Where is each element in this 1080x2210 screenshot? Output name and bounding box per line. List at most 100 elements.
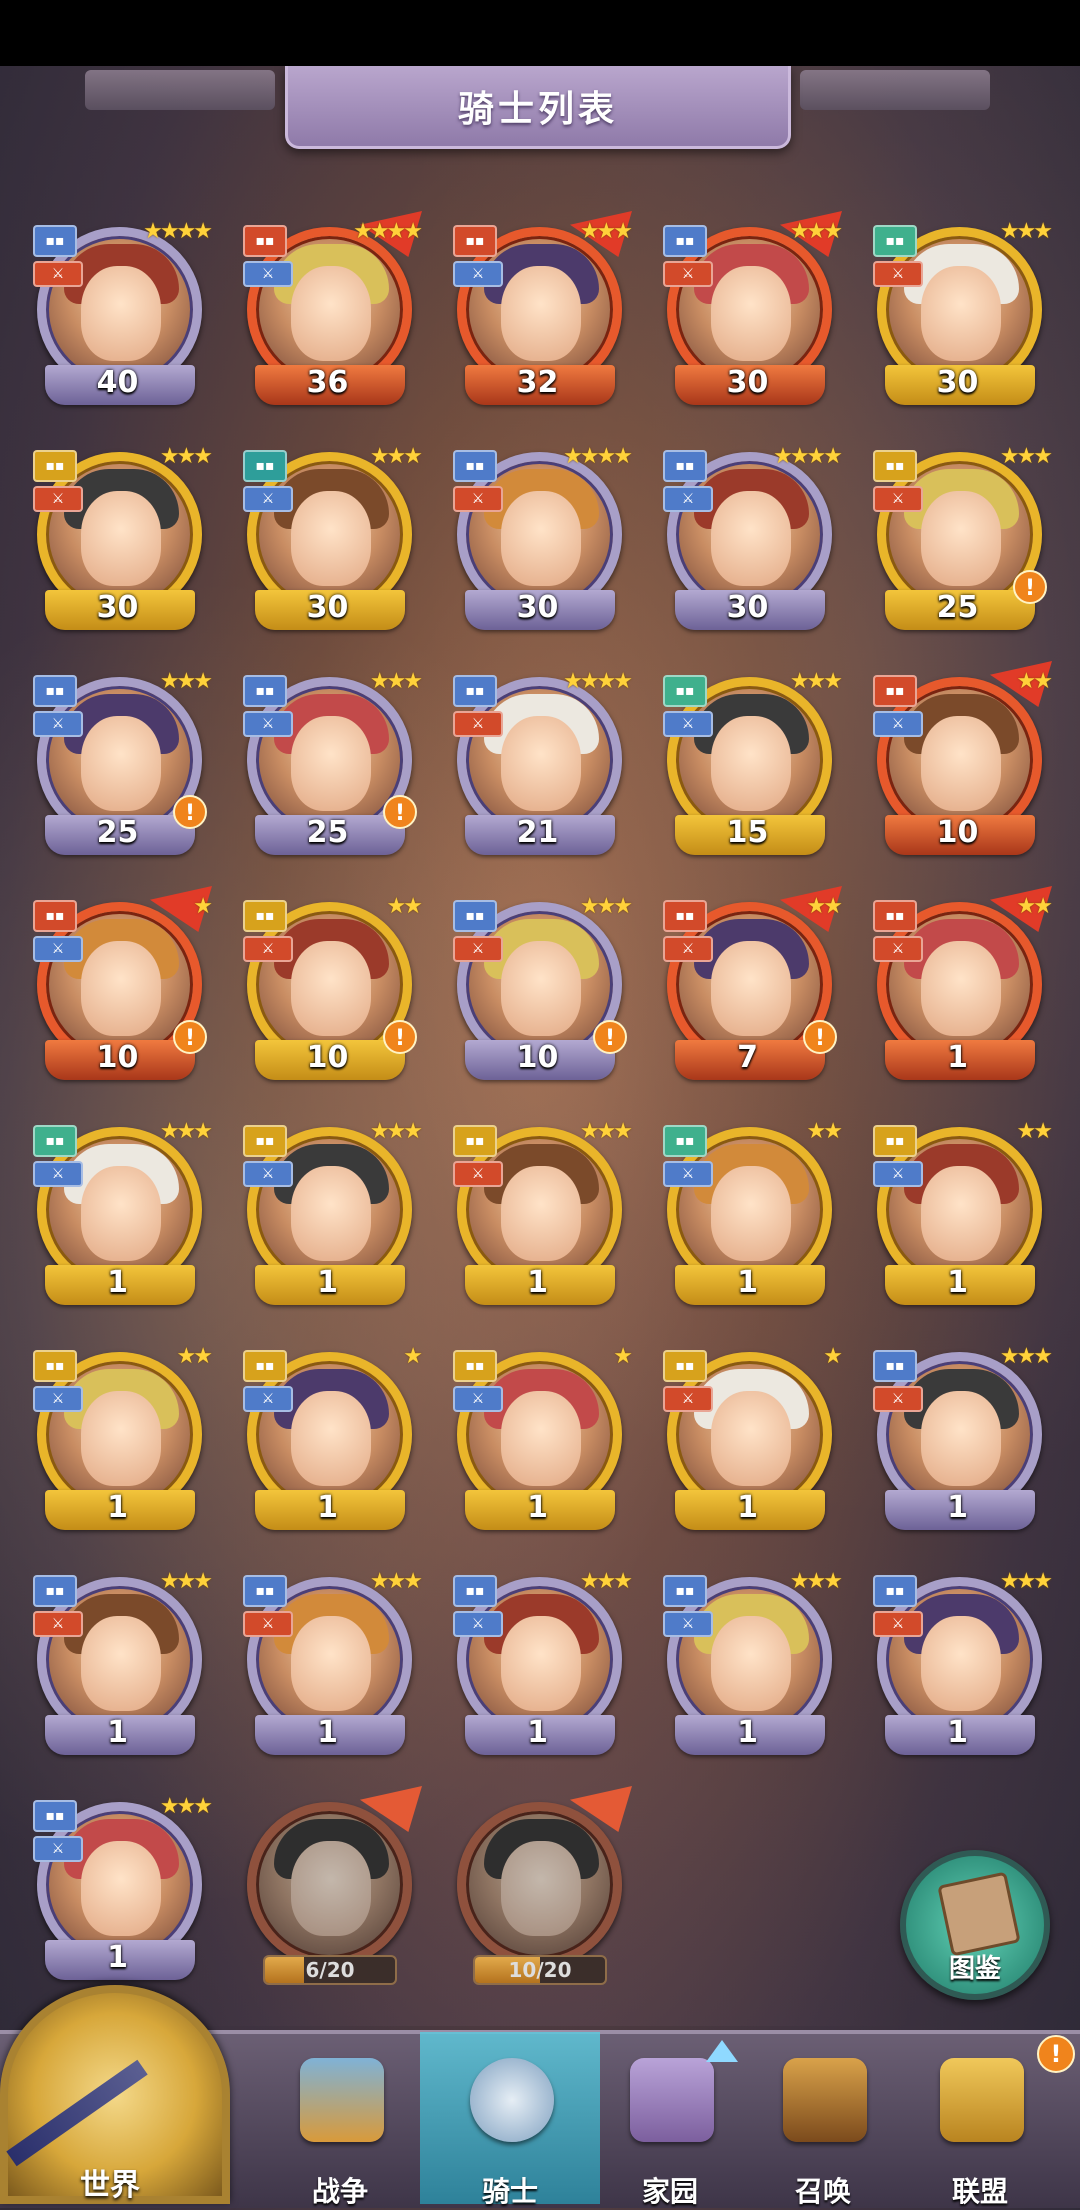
role-badge-icon: ⚔ [453,1611,503,1637]
class-badge-icon: ▪▪ [243,225,287,257]
knight-card[interactable]: 1 ★★ ▪▪ ⚔ [25,1340,213,1540]
star-rating: ★★ [1016,1119,1053,1144]
knight-card[interactable]: 1 ★★★ ▪▪ ⚔ [235,1115,423,1315]
knight-card[interactable]: 1 ★ ▪▪ ⚔ [655,1340,843,1540]
knight-level: 10 [936,815,979,850]
knight-card[interactable]: 1 ★★★ ▪▪ ⚔ [445,1115,633,1315]
knight-card[interactable]: 15 ★★★ ▪▪ ⚔ [655,665,843,865]
star-rating: ★★ [1016,894,1053,919]
class-badge-icon: ▪▪ [453,1350,497,1382]
class-badge-icon: ▪▪ [243,1350,287,1382]
knight-card[interactable]: 1 ★★★ ▪▪ ⚔ [25,1790,213,1990]
compass-needle-icon [6,2059,148,2167]
star-rating: ★★★ [579,1119,633,1144]
role-badge-icon: ⚔ [873,486,923,512]
knight-card[interactable]: 1 ★★★ ▪▪ ⚔ [445,1565,633,1765]
knight-level: 21 [516,815,559,850]
knight-face [711,491,791,586]
class-badge-icon: ▪▪ [243,450,287,482]
class-badge-icon: ▪▪ [663,450,707,482]
knight-level: 30 [96,590,139,625]
knight-card[interactable]: 10 ★ ▪▪ ⚔! [25,886,213,1090]
role-badge-icon: ⚔ [33,1611,83,1637]
knight-card[interactable]: 1 ★★★ ▪▪ ⚔ [655,1565,843,1765]
locked-knight-card[interactable]: 10/20 [445,1786,632,1990]
nav-home[interactable]: 家园 [595,2040,745,2208]
knight-face [291,1391,371,1486]
knight-level: 36 [306,365,349,400]
knight-face [81,491,161,586]
nav-alliance[interactable]: 联盟 [905,2040,1055,2208]
shard-progress-text: 10/20 [508,1958,572,1982]
knight-card[interactable]: 36 ★★★★ ▪▪ ⚔ [235,211,423,415]
nav-war[interactable]: 战争 [265,2040,415,2208]
nav-summon[interactable]: 召唤 [748,2040,898,2208]
knight-card[interactable]: 1 ★ ▪▪ ⚔ [235,1340,423,1540]
knight-card[interactable]: 25 ★★★ ▪▪ ⚔! [865,440,1053,640]
knight-card[interactable]: 1 ★★★ ▪▪ ⚔ [235,1565,423,1765]
role-badge-icon: ⚔ [243,1611,293,1637]
knight-face [291,491,371,586]
knight-card[interactable]: 30 ★★★ ▪▪ ⚔ [235,440,423,640]
knight-card[interactable]: 1 ★ ▪▪ ⚔ [445,1340,633,1540]
knight-card[interactable]: 1 ★★★ ▪▪ ⚔ [25,1115,213,1315]
nav-war-label: 战争 [311,2175,368,2208]
nav-knight-label: 骑士 [481,2175,538,2208]
star-rating: ★★ [176,1344,213,1369]
knight-level: 1 [317,1265,338,1300]
knight-card[interactable]: 30 ★★★ ▪▪ ⚔ [25,440,213,640]
star-rating: ★★★ [789,1569,843,1594]
locked-knight-card[interactable]: 6/20 [235,1786,422,1990]
star-rating: ★★★ [789,669,843,694]
codex-button[interactable]: 图鉴 [900,1850,1050,2000]
knight-card[interactable]: 10 ★★ ▪▪ ⚔ [865,661,1053,865]
knight-card[interactable]: 10 ★★ ▪▪ ⚔! [235,890,423,1090]
knight-card[interactable]: 40 ★★★★ ▪▪ ⚔ [25,215,213,415]
knight-card[interactable]: 30 ★★★★ ▪▪ ⚔ [445,440,633,640]
knight-face [501,1166,581,1261]
knight-card[interactable]: 1 ★★★ ▪▪ ⚔ [865,1340,1053,1540]
knight-face [921,266,1001,361]
class-badge-icon: ▪▪ [33,1350,77,1382]
knight-level: 1 [527,1715,548,1750]
knight-card[interactable]: 1 ★★★ ▪▪ ⚔ [865,1565,1053,1765]
knight-level: 1 [107,1265,128,1300]
role-badge-icon: ⚔ [873,936,923,962]
knight-card[interactable]: 32 ★★★ ▪▪ ⚔ [445,211,633,415]
knight-card[interactable]: 10 ★★★ ▪▪ ⚔! [445,890,633,1090]
alliance-alert-badge: ! [1037,2035,1075,2073]
star-rating: ★★★ [159,1794,213,1819]
nav-knight[interactable]: 骑士 [435,2040,585,2208]
knight-face [921,716,1001,811]
knight-card[interactable]: 30 ★★★ ▪▪ ⚔ [865,215,1053,415]
knight-face [291,1166,371,1261]
star-rating: ★★★★ [773,444,843,469]
class-badge-icon: ▪▪ [243,1575,287,1607]
role-badge-icon: ⚔ [663,1161,713,1187]
role-badge-icon: ⚔ [243,711,293,737]
role-badge-icon: ⚔ [873,1611,923,1637]
knight-card[interactable]: 7 ★★ ▪▪ ⚔! [655,886,843,1090]
knight-card[interactable]: 30 ★★★★ ▪▪ ⚔ [655,440,843,640]
knight-level: 30 [726,590,769,625]
knight-card[interactable]: 25 ★★★ ▪▪ ⚔! [235,665,423,865]
class-badge-icon: ▪▪ [453,675,497,707]
knight-card[interactable]: 1 ★★ ▪▪ ⚔ [655,1115,843,1315]
knight-face [711,1166,791,1261]
knight-level: 40 [96,365,139,400]
class-badge-icon: ▪▪ [33,1125,77,1157]
knight-card[interactable]: 1 ★★ ▪▪ ⚔ [865,1115,1053,1315]
shard-progress-bar: 6/20 [263,1955,397,1985]
class-badge-icon: ▪▪ [453,1125,497,1157]
knight-card[interactable]: 30 ★★★ ▪▪ ⚔ [655,211,843,415]
class-badge-icon: ▪▪ [33,1800,77,1832]
class-badge-icon: ▪▪ [663,1350,707,1382]
knight-card[interactable]: 21 ★★★★ ▪▪ ⚔ [445,665,633,865]
class-badge-icon: ▪▪ [453,225,497,257]
up-arrow-icon [706,2040,738,2062]
knight-card[interactable]: 1 ★★ ▪▪ ⚔ [865,886,1053,1090]
knight-card[interactable]: 25 ★★★ ▪▪ ⚔! [25,665,213,865]
knight-level: 1 [527,1490,548,1525]
knight-card[interactable]: 1 ★★★ ▪▪ ⚔ [25,1565,213,1765]
class-badge-icon: ▪▪ [33,1575,77,1607]
